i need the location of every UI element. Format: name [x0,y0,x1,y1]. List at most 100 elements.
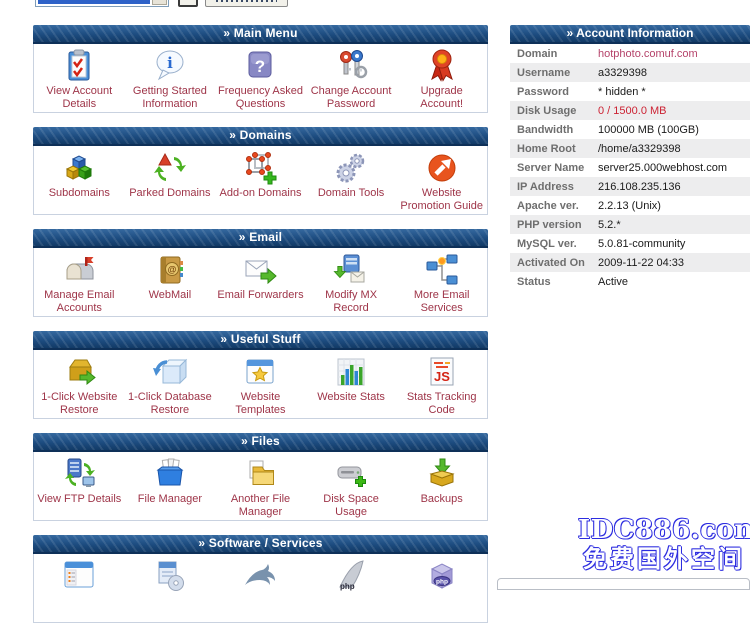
watermark: IDC886.com 免费国外空间 [578,516,750,574]
menu-item-view-account-details[interactable]: View Account Details [34,44,125,110]
js-code-icon: JS [423,354,461,390]
menu-item-label: Another File Manager [215,493,306,518]
menu-item-software-box-cd-icon[interactable] [125,554,216,595]
menu-item-change-account-password[interactable]: Change Account Password [306,44,397,110]
account-row-activated-on: Activated On2009-11-22 04:33 [510,253,750,272]
account-row-mysql-ver: MySQL ver.5.0.81-community [510,234,750,253]
menu-item-label: Domain Tools [306,187,397,200]
menu-item-view-ftp-details[interactable]: View FTP Details [34,452,125,506]
promo-arrow-circle-icon [423,150,461,186]
menu-item-label: Frequency Asked Questions [215,85,306,110]
menu-item-website-templates[interactable]: Website Templates [215,350,306,416]
section-body: Manage Email Accounts@WebMailEmail Forwa… [33,248,488,317]
menu-item-subdomains[interactable]: Subdomains [34,146,125,200]
account-row-label: Home Root [510,143,598,155]
account-row-value[interactable]: hotphoto.comuf.com [598,48,750,60]
section-main-menu: » Main MenuView Account DetailsiGetting … [33,25,488,113]
menu-item-label: Parked Domains [125,187,216,200]
menu-item-another-file-manager[interactable]: Another File Manager [215,452,306,518]
disk-plus-icon [332,456,370,492]
create-new-button[interactable] [205,0,288,7]
section-header: » Files [33,433,488,452]
menu-item-label: Getting Started Information [125,85,216,110]
section-body: View Account DetailsiGetting Started Inf… [33,44,488,113]
section-software-services: » Software / Servicesphpphp [33,535,488,623]
account-row-label: Domain [510,48,598,60]
account-row-label: MySQL ver. [510,238,598,250]
next-panel-cut [497,578,750,590]
account-row-domain: Domainhotphoto.comuf.com [510,44,750,63]
menu-item-label: Stats Tracking Code [396,391,487,416]
menu-item-website-stats[interactable]: Website Stats [306,350,397,404]
menu-item-label: View Account Details [34,85,125,110]
account-row-server-name: Server Nameserver25.000webhost.com [510,158,750,177]
award-ribbon-icon [423,48,461,84]
menu-item-frequency-asked-questions[interactable]: ? Frequency Asked Questions [215,44,306,110]
section-body: 1-Click Website Restore1-Click Database … [33,350,488,419]
menu-item-phpmyadmin-sail-icon[interactable]: php [306,554,397,595]
section-email: » EmailManage Email Accounts@WebMailEmai… [33,229,488,317]
account-row-value: Active [598,276,750,288]
chevron-down-icon[interactable] [152,0,167,5]
folder-page-icon [241,456,279,492]
menu-item-modify-mx-record[interactable]: Modify MX Record [306,248,397,314]
menu-item-manage-email-accounts[interactable]: Manage Email Accounts [34,248,125,314]
account-row-disk-usage: Disk Usage0 / 1500.0 MB [510,101,750,120]
menu-item-getting-started-information[interactable]: iGetting Started Information [125,44,216,110]
menu-item-label: Backups [396,493,487,506]
account-row-label: Status [510,276,598,288]
account-row-password: Password* hidden * [510,82,750,101]
account-row-home-root: Home Root/home/a3329398 [510,139,750,158]
menu-item-disk-space-usage[interactable]: Disk Space Usage [306,452,397,518]
svg-text:?: ? [255,57,265,76]
account-row-value: 216.108.235.136 [598,181,750,193]
menu-item-backups[interactable]: Backups [396,452,487,506]
menu-item-more-email-services[interactable]: More Email Services [396,248,487,314]
menu-item-1-click-database-restore[interactable]: 1-Click Database Restore [125,350,216,416]
section-useful-stuff: » Useful Stuff1-Click Website Restore1-C… [33,331,488,419]
menu-item-label: WebMail [125,289,216,302]
menu-item-label: Subdomains [34,187,125,200]
account-row-value: a3329398 [598,67,750,79]
menu-item-website-promotion-guide[interactable]: Website Promotion Guide [396,146,487,212]
mysql-dolphin-icon [241,558,279,594]
account-row-ip-address: IP Address216.108.235.136 [510,177,750,196]
section-header: » Useful Stuff [33,331,488,350]
menu-item-1-click-website-restore[interactable]: 1-Click Website Restore [34,350,125,416]
watermark-slogan: 免费国外空间 [578,544,750,574]
bar-chart-icon [332,354,370,390]
go-button[interactable] [178,0,198,7]
menu-item-php-cube-icon[interactable]: php [396,554,487,595]
menu-item-domain-tools[interactable]: Domain Tools [306,146,397,200]
envelope-forward-icon [241,252,279,288]
account-row-value: 5.2.* [598,219,750,231]
menu-item-window-list-icon[interactable] [34,554,125,595]
keys-icon [332,48,370,84]
menu-item-stats-tracking-code[interactable]: JSStats Tracking Code [396,350,487,416]
svg-text:php: php [340,582,355,591]
menu-item-parked-domains[interactable]: Parked Domains [125,146,216,200]
menu-item-file-manager[interactable]: File Manager [125,452,216,506]
account-row-value: server25.000webhost.com [598,162,750,174]
menu-item-webmail[interactable]: @WebMail [125,248,216,302]
menu-item-add-on-domains[interactable]: Add-on Domains [215,146,306,200]
menu-item-email-forwarders[interactable]: Email Forwarders [215,248,306,302]
account-row-label: Username [510,67,598,79]
cubes-icon [60,150,98,186]
window-star-icon [241,354,279,390]
box-arrow-down-icon [423,456,461,492]
menu-item-upgrade-account[interactable]: Upgrade Account! [396,44,487,110]
account-select[interactable] [35,0,169,7]
server-envelope-icon [332,252,370,288]
menu-item-label: 1-Click Website Restore [34,391,125,416]
account-row-php-version: PHP version5.2.* [510,215,750,234]
menu-item-label: Email Forwarders [215,289,306,302]
svg-text:php: php [436,579,448,586]
menu-item-mysql-dolphin-icon[interactable] [215,554,306,595]
account-row-value: /home/a3329398 [598,143,750,155]
account-row-value: 0 / 1500.0 MB [598,105,750,117]
cube-arrow-left-icon [151,354,189,390]
account-row-label: PHP version [510,219,598,231]
section-header: » Domains [33,127,488,146]
account-row-apache-ver: Apache ver.2.2.13 (Unix) [510,196,750,215]
